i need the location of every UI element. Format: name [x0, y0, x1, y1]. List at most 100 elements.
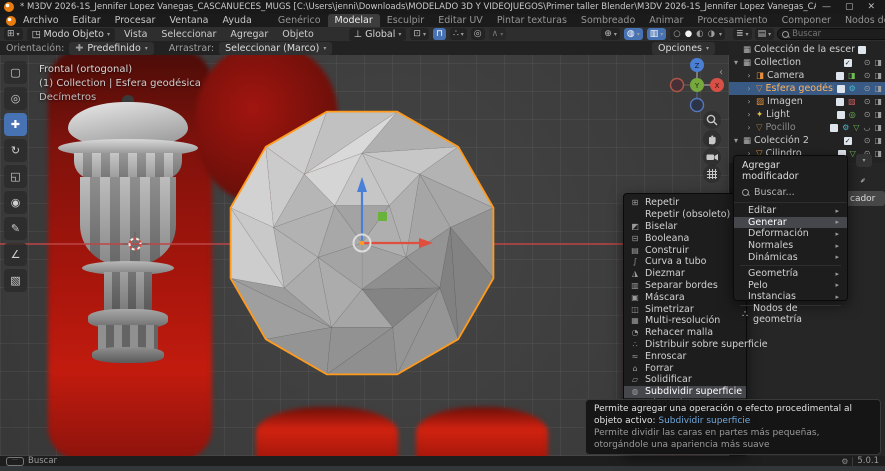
- editor-type-selector[interactable]: ⊞ ▾: [4, 28, 23, 40]
- outliner-row[interactable]: ▾ ▦ Colección 2 ✓ ⊙ ◨: [729, 134, 885, 147]
- eye-icon[interactable]: ◡: [863, 123, 870, 132]
- shading-material-button[interactable]: ◐: [696, 29, 703, 39]
- camera-restrict-icon[interactable]: ◨: [874, 71, 882, 80]
- expander-icon[interactable]: ▾: [732, 136, 740, 145]
- menu-search[interactable]: Buscar...: [734, 185, 847, 203]
- camera-restrict-icon[interactable]: ◨: [874, 149, 882, 158]
- outliner-editor-selector[interactable]: ≣ ▾: [733, 28, 752, 40]
- collection-checkbox[interactable]: [836, 110, 845, 119]
- geometry-nodes-item[interactable]: ∴ Nodos de geometría: [734, 303, 847, 325]
- outliner-row[interactable]: › ◨ Camera ◨ ⊙ ◨: [729, 69, 885, 82]
- workspace-tab[interactable]: Modelar: [327, 14, 380, 27]
- outliner-row[interactable]: ▦ Colección de la escena: [729, 43, 885, 56]
- eye-icon[interactable]: ⊙: [864, 97, 871, 106]
- modifier-menu-item[interactable]: ◩ Biselar: [624, 221, 746, 233]
- viewport-menu-item[interactable]: Seleccionar: [156, 29, 221, 40]
- workspace-tab[interactable]: Editar UV: [431, 14, 490, 27]
- zoom-button[interactable]: [703, 111, 721, 129]
- object-name[interactable]: Light: [766, 109, 834, 120]
- outliner-row[interactable]: › ▽ Esfera geodésica ⚙ ⊙ ◨: [729, 82, 885, 95]
- workspace-tab[interactable]: Nodos de geometría: [838, 14, 885, 27]
- tool-button[interactable]: ✚: [4, 113, 27, 136]
- camera-restrict-icon[interactable]: ◨: [874, 97, 882, 106]
- move-gizmo[interactable]: [212, 93, 512, 393]
- outliner-row[interactable]: › ✦ Light ◎ ⊙ ◨: [729, 108, 885, 121]
- modifier-menu-item[interactable]: ▥ Separar bordes: [624, 280, 746, 292]
- expander-icon[interactable]: ›: [745, 97, 753, 106]
- tool-button[interactable]: ◱: [4, 165, 27, 188]
- eye-icon[interactable]: ⊙: [864, 136, 871, 145]
- viewport-menu-item[interactable]: Objeto: [277, 29, 319, 40]
- blender-menu-icon[interactable]: [6, 15, 16, 26]
- camera-restrict-icon[interactable]: ◨: [874, 58, 882, 67]
- collection-checkbox[interactable]: [830, 123, 839, 132]
- navigation-gizmo[interactable]: Z X Y: [669, 57, 725, 113]
- orientation-dropdown[interactable]: ⊥ Global ▾: [348, 27, 407, 41]
- shading-wireframe-button[interactable]: ○: [673, 29, 680, 39]
- object-name[interactable]: Collection: [754, 57, 841, 68]
- orientation-preset-dropdown[interactable]: ✚ Predefinido ▾: [69, 41, 154, 55]
- falloff-dropdown[interactable]: ∧ ▾: [488, 28, 507, 40]
- show-gizmo-dropdown[interactable]: ⊕ ▾: [601, 28, 620, 40]
- workspace-tab[interactable]: Esculpir: [380, 14, 431, 27]
- modifier-category-item[interactable]: Deformación ▸: [734, 228, 847, 240]
- tool-button[interactable]: ✎: [4, 217, 27, 240]
- object-name[interactable]: Imagen: [767, 96, 833, 107]
- modifier-menu-item[interactable]: ◮ Diezmar: [624, 268, 746, 280]
- outliner-row[interactable]: › ▽ Pocillo ⚙ ▽ ◡ ◨: [729, 121, 885, 134]
- modifier-category-item[interactable]: Instancias ▸: [734, 291, 847, 303]
- modifier-category-item[interactable]: Normales ▸: [734, 240, 847, 252]
- tool-button[interactable]: ↻: [4, 139, 27, 162]
- viewport-3d[interactable]: Frontal (ortogonal) (1) Collection | Esf…: [0, 55, 729, 456]
- shading-solid-button[interactable]: ●: [685, 29, 692, 39]
- camera-restrict-icon[interactable]: ◨: [874, 123, 882, 132]
- close-button[interactable]: ✕: [867, 2, 875, 12]
- tool-button[interactable]: ◉: [4, 191, 27, 214]
- modifier-category-item[interactable]: Geometría ▸: [734, 268, 847, 280]
- shading-dropdown-icon[interactable]: ▾: [719, 31, 722, 38]
- options-dropdown[interactable]: Opciones ▾: [651, 41, 715, 55]
- tool-button[interactable]: ◎: [4, 87, 27, 110]
- camera-restrict-icon[interactable]: ◨: [874, 110, 882, 119]
- collection-checkbox[interactable]: [836, 71, 845, 80]
- xray-toggle[interactable]: ▥ ▾: [646, 28, 667, 40]
- expander-icon[interactable]: ›: [745, 71, 753, 80]
- object-name[interactable]: Colección 2: [754, 135, 841, 146]
- maximize-button[interactable]: ▢: [845, 2, 854, 12]
- menubar-item[interactable]: Archivo: [16, 15, 66, 26]
- system-status-icon[interactable]: ⚙: [841, 457, 848, 466]
- modifier-menu-item[interactable]: ▱ Solidificar: [624, 374, 746, 386]
- snap-target-dropdown[interactable]: ∴ ▾: [450, 28, 467, 40]
- modifier-category-item[interactable]: Pelo ▸: [734, 280, 847, 292]
- modifier-menu-item[interactable]: ∴ Distribuir sobre superficie: [624, 339, 767, 351]
- tool-button[interactable]: ▢: [4, 61, 27, 84]
- workspace-tab[interactable]: Pintar texturas: [490, 14, 574, 27]
- workspace-tab[interactable]: Procesamiento: [690, 14, 774, 27]
- menubar-item[interactable]: Procesar: [108, 15, 163, 26]
- expander-icon[interactable]: ▾: [732, 58, 740, 67]
- drag-action-dropdown[interactable]: Seleccionar (Marco) ▾: [219, 41, 333, 55]
- workspace-tab[interactable]: Sombreado: [574, 14, 642, 27]
- collection-checkbox[interactable]: ✓: [843, 136, 852, 145]
- collection-checkbox[interactable]: [836, 97, 845, 106]
- modifier-menu-item[interactable]: ▦ Multi-resolución: [624, 315, 746, 327]
- eye-icon[interactable]: ⊙: [864, 84, 871, 93]
- object-name[interactable]: Esfera geodésica: [766, 83, 834, 94]
- outliner-row[interactable]: ▾ ▦ Collection ✓ ⊙ ◨: [729, 56, 885, 69]
- collection-checkbox[interactable]: [858, 45, 866, 54]
- show-overlays-dropdown[interactable]: ◍ ▾: [623, 28, 643, 40]
- modifier-category-item[interactable]: Editar ▸: [734, 205, 847, 217]
- modifier-menu-item[interactable]: ◔ Rehacer malla: [624, 327, 746, 339]
- minimize-button[interactable]: —: [822, 2, 831, 12]
- menubar-item[interactable]: Ventana: [162, 15, 215, 26]
- snap-toggle[interactable]: ⊓: [432, 28, 446, 40]
- expander-icon[interactable]: ›: [745, 123, 753, 132]
- menubar-item[interactable]: Ayuda: [216, 15, 259, 26]
- tool-button[interactable]: ▧: [4, 269, 27, 292]
- expander-icon[interactable]: ›: [745, 84, 753, 93]
- eye-icon[interactable]: ⊙: [864, 71, 871, 80]
- expander-icon[interactable]: ›: [745, 110, 753, 119]
- collection-checkbox[interactable]: [836, 84, 845, 93]
- pivot-dropdown[interactable]: ⊡ ▾: [410, 28, 429, 40]
- mode-dropdown[interactable]: ◳ Modo Objeto ▾: [26, 27, 115, 41]
